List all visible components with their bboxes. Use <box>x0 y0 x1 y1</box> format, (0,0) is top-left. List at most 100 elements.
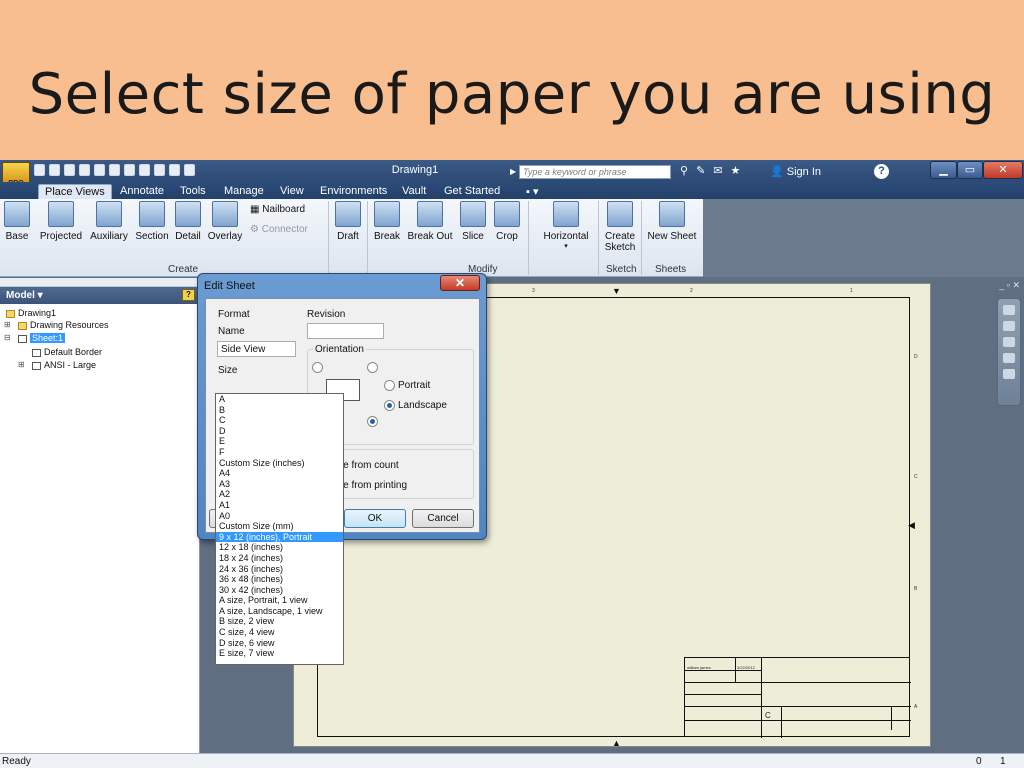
sheet-name-input[interactable]: Side View <box>217 341 296 357</box>
size-option[interactable]: C <box>216 415 343 426</box>
size-option[interactable]: E <box>216 436 343 447</box>
tab-place-views[interactable]: Place Views <box>38 184 112 199</box>
size-option[interactable]: 24 x 36 (inches) <box>216 564 343 575</box>
subscription-icon[interactable]: ✎ <box>696 164 705 177</box>
base-view-button[interactable]: Base <box>4 201 30 242</box>
connector-button[interactable]: ⚙ Connector <box>250 224 308 235</box>
canvas-window-controls[interactable]: _ ▫ ✕ <box>999 280 1020 291</box>
new-icon[interactable] <box>34 164 45 176</box>
browser-title[interactable]: Model ▾ <box>0 287 199 304</box>
size-option[interactable]: A size, Portrait, 1 view <box>216 595 343 606</box>
expand-icon[interactable]: ⊞ <box>18 360 25 369</box>
break-out-button[interactable]: Break Out <box>405 201 455 242</box>
tab-environments[interactable]: Environments <box>314 184 393 199</box>
tree-item-ansi-large[interactable]: ANSI - Large <box>32 360 96 370</box>
tree-item-drawing-resources[interactable]: Drawing Resources <box>18 320 109 330</box>
size-option[interactable]: C size, 4 view <box>216 627 343 638</box>
cancel-button[interactable]: Cancel <box>412 509 474 528</box>
tab-vault[interactable]: Vault <box>396 184 432 199</box>
size-option[interactable]: Custom Size (inches) <box>216 458 343 469</box>
tab-tools[interactable]: Tools <box>174 184 212 199</box>
favorites-icon[interactable]: ★ <box>731 164 741 177</box>
sign-in-link[interactable]: 👤 Sign In <box>770 165 821 178</box>
title-block[interactable]: william james 3/22/2012 C <box>684 657 911 738</box>
zoom-icon[interactable] <box>1003 337 1015 347</box>
nailboard-button[interactable]: ▦ Nailboard <box>250 204 305 215</box>
size-option[interactable]: B size, 2 view <box>216 616 343 627</box>
panel-label-create[interactable]: Create <box>168 264 198 275</box>
browser-help-icon[interactable]: ? <box>182 289 195 301</box>
tab-manage[interactable]: Manage <box>218 184 270 199</box>
size-option[interactable]: D size, 6 view <box>216 638 343 649</box>
pan-icon[interactable] <box>1003 321 1015 331</box>
help-icon[interactable]: ? <box>874 164 889 179</box>
size-option[interactable]: A2 <box>216 489 343 500</box>
size-option[interactable]: 9 x 12 (inches), Portrait <box>216 531 343 543</box>
new-sheet-button[interactable]: New Sheet <box>645 201 699 242</box>
create-sketch-button[interactable]: Create Sketch <box>603 201 637 253</box>
tab-view[interactable]: View <box>274 184 310 199</box>
size-option[interactable]: 36 x 48 (inches) <box>216 574 343 585</box>
save-icon[interactable] <box>64 164 75 176</box>
binoculars-icon[interactable]: ⚲ <box>680 164 688 177</box>
orientation-corner-bottom-right[interactable] <box>367 416 378 427</box>
collapse-icon[interactable]: ⊟ <box>4 333 11 342</box>
dialog-close-button[interactable]: ✕ <box>440 275 480 291</box>
expand-icon[interactable]: ⊞ <box>4 320 11 329</box>
panel-label-sheets[interactable]: Sheets <box>655 264 686 275</box>
search-input[interactable]: Type a keyword or phrase <box>519 165 671 179</box>
return-icon[interactable] <box>154 164 165 176</box>
size-option[interactable]: A size, Landscape, 1 view <box>216 606 343 617</box>
crop-button[interactable]: Crop <box>493 201 521 242</box>
look-at-icon[interactable] <box>1003 369 1015 379</box>
auxiliary-view-button[interactable]: Auxiliary <box>88 201 130 242</box>
size-option[interactable]: A1 <box>216 500 343 511</box>
detail-view-button[interactable]: Detail <box>173 201 203 242</box>
measure-icon[interactable] <box>124 164 135 176</box>
overlay-view-button[interactable]: Overlay <box>206 201 244 242</box>
panel-label-sketch[interactable]: Sketch <box>606 264 637 275</box>
open-icon[interactable] <box>49 164 60 176</box>
minimize-button[interactable]: ▁ <box>930 161 957 179</box>
print-icon[interactable] <box>109 164 120 176</box>
tab-get-started[interactable]: Get Started <box>438 184 506 199</box>
tree-item-drawing[interactable]: Drawing1 <box>6 308 56 318</box>
size-option[interactable]: 30 x 42 (inches) <box>216 585 343 596</box>
revision-input[interactable] <box>307 323 384 339</box>
horizontal-button[interactable]: Horizontal ▾ <box>538 201 594 250</box>
orientation-corner-top-right[interactable] <box>367 362 378 373</box>
maximize-button[interactable]: ▭ <box>957 161 983 179</box>
tree-item-default-border[interactable]: Default Border <box>32 347 102 357</box>
size-option[interactable]: 18 x 24 (inches) <box>216 553 343 564</box>
size-option[interactable]: 12 x 18 (inches) <box>216 542 343 553</box>
tab-annotate[interactable]: Annotate <box>114 184 170 199</box>
size-option[interactable]: F <box>216 447 343 458</box>
ok-button[interactable]: OK <box>344 509 406 528</box>
landscape-radio[interactable] <box>384 400 395 411</box>
size-option[interactable]: B <box>216 405 343 416</box>
close-window-button[interactable]: ✕ <box>983 161 1023 179</box>
size-option[interactable]: A <box>216 394 343 405</box>
portrait-radio[interactable] <box>384 380 395 391</box>
undo-icon[interactable] <box>79 164 90 176</box>
size-option[interactable]: Custom Size (mm) <box>216 521 343 532</box>
browser-handle[interactable] <box>0 278 199 287</box>
steering-wheel-icon[interactable] <box>1003 305 1015 315</box>
update-icon[interactable] <box>169 164 180 176</box>
break-button[interactable]: Break <box>372 201 402 242</box>
size-option[interactable]: A3 <box>216 479 343 490</box>
projected-view-button[interactable]: Projected <box>38 201 84 242</box>
zoom-all-icon[interactable] <box>1003 353 1015 363</box>
communication-icon[interactable]: ✉ <box>713 164 722 177</box>
size-option[interactable]: E size, 7 view <box>216 648 343 659</box>
orientation-corner-top-left[interactable] <box>312 362 323 373</box>
size-option[interactable]: A4 <box>216 468 343 479</box>
slice-button[interactable]: Slice <box>460 201 486 242</box>
search-expand-icon[interactable]: ▶ <box>510 167 516 176</box>
section-view-button[interactable]: Section <box>133 201 171 242</box>
qat-customize-icon[interactable] <box>184 164 195 176</box>
redo-icon[interactable] <box>94 164 105 176</box>
size-option[interactable]: A0 <box>216 511 343 522</box>
size-option[interactable]: D <box>216 426 343 437</box>
draft-view-button[interactable]: Draft <box>334 201 362 242</box>
